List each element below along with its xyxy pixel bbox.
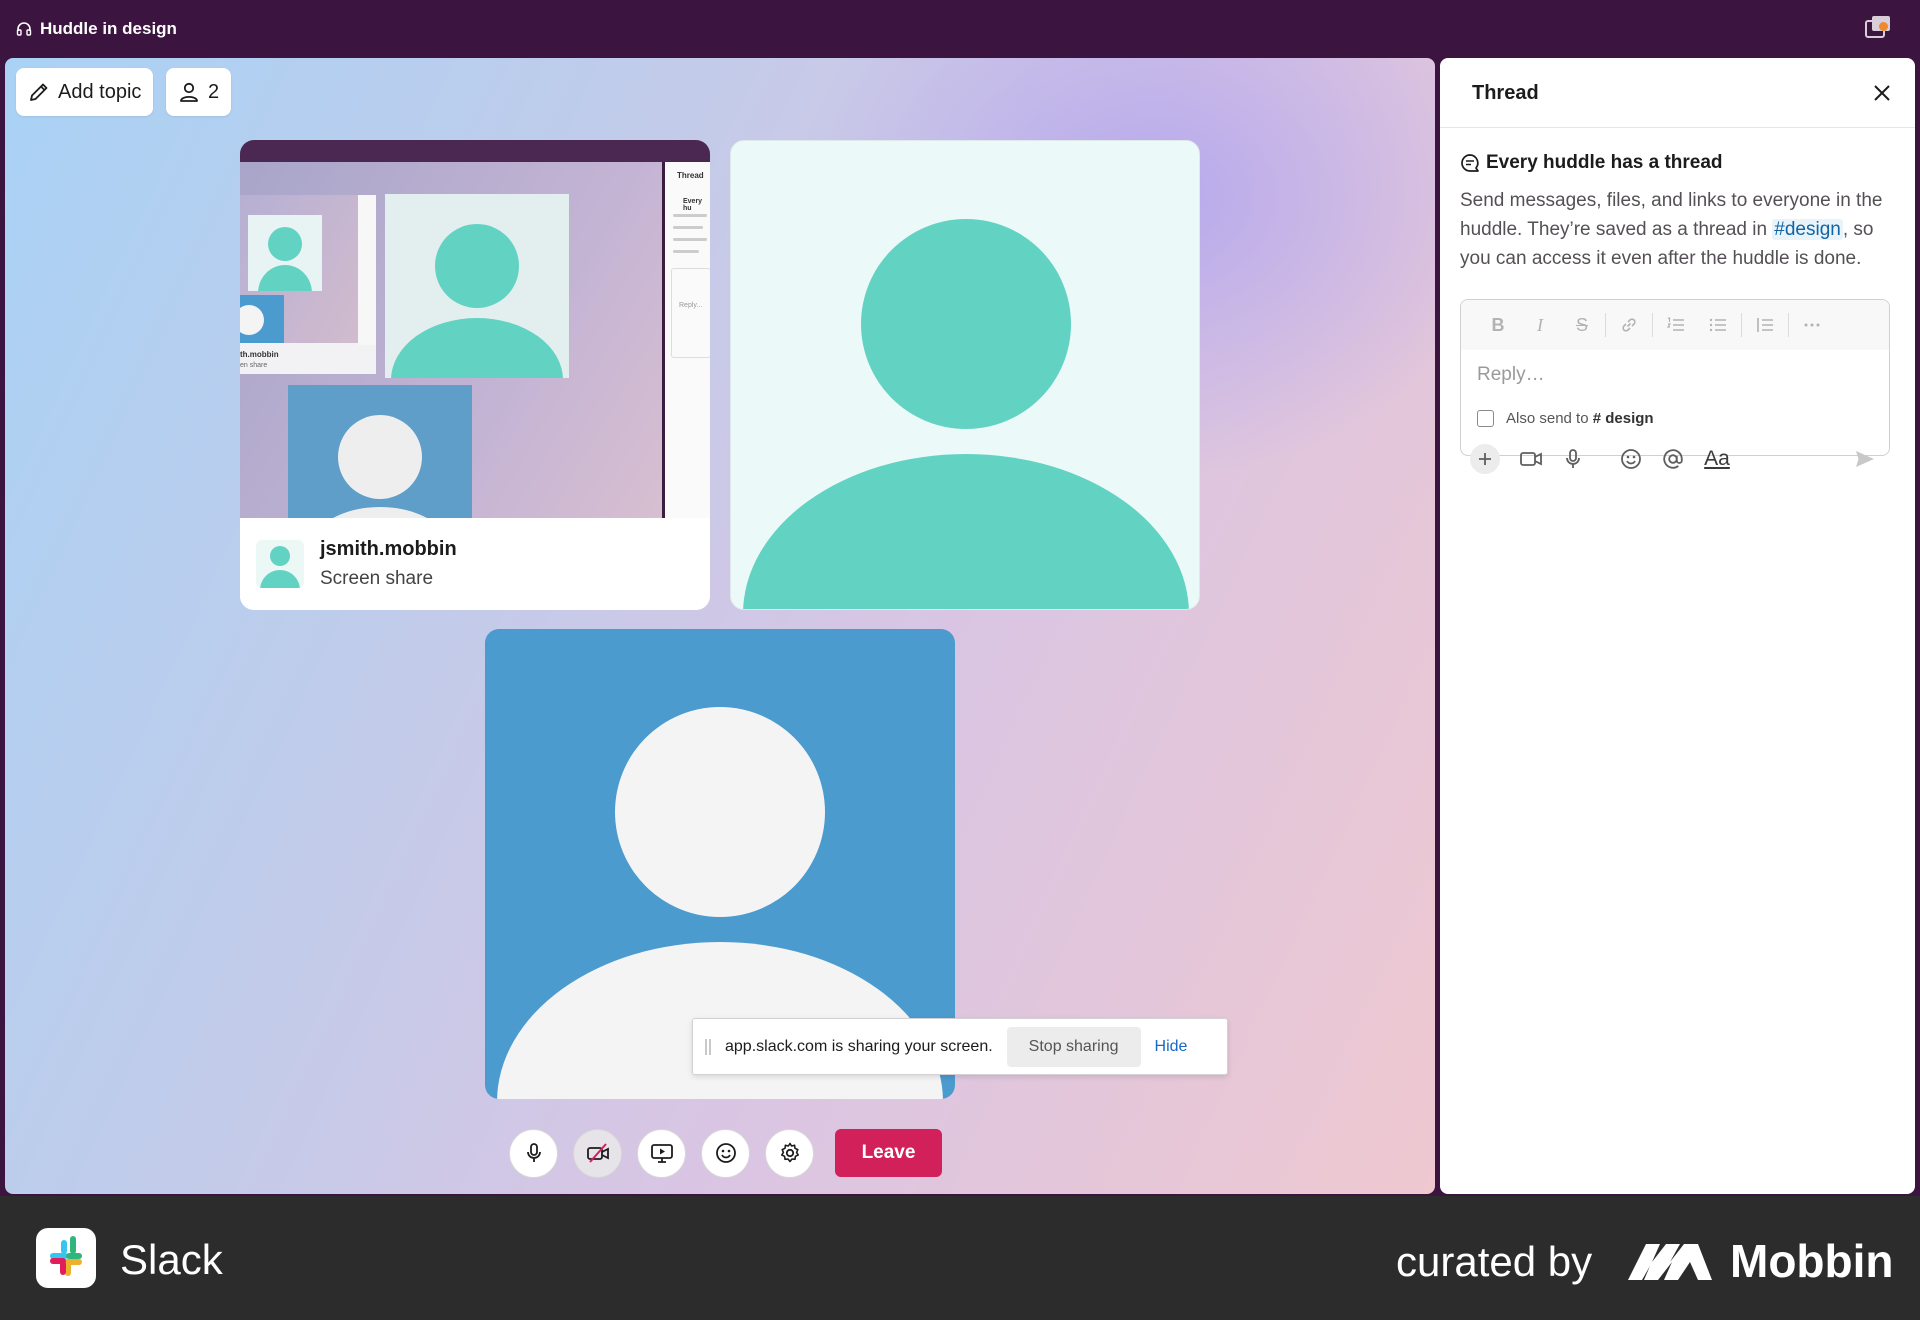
reactions-button[interactable]: [701, 1128, 750, 1178]
send-button[interactable]: [1850, 444, 1880, 474]
leave-huddle-button[interactable]: Leave: [835, 1129, 942, 1177]
mini-thread-panel: Thread Every hu Reply...: [662, 162, 710, 518]
sharing-message: app.slack.com is sharing your screen.: [725, 1037, 993, 1055]
mini-frame: th.mobbin en share: [240, 195, 376, 374]
thread-intro-body: Send messages, files, and links to every…: [1460, 190, 1883, 269]
video-icon: [1520, 452, 1542, 466]
branding-footer: Slack curated by Mobbin: [0, 1196, 1920, 1320]
numbered-list-icon[interactable]: [1655, 310, 1697, 340]
more-icon[interactable]: [1791, 310, 1833, 340]
participant-count: 2: [208, 80, 220, 103]
send-icon: [1856, 451, 1874, 467]
emoji-icon: [715, 1143, 736, 1163]
sharer-name: jsmith.mobbin: [320, 538, 457, 560]
settings-icon: [780, 1142, 799, 1163]
screen-share-info: jsmith.mobbin Screen share: [240, 518, 710, 610]
intro-title-text: Every huddle has a thread: [1486, 152, 1723, 173]
avatar-head: [861, 219, 1071, 429]
thread-intro-title: Every huddle has a thread: [1460, 152, 1723, 174]
mini-blue-tile: [288, 385, 472, 518]
plus-icon: [1479, 453, 1491, 465]
curated-by-label: curated by: [1396, 1238, 1593, 1285]
emoji-button[interactable]: [1616, 444, 1646, 474]
mobbin-brand: Mobbin: [1730, 1235, 1894, 1287]
hide-notice-link[interactable]: Hide: [1155, 1038, 1188, 1056]
emoji-icon: [1621, 449, 1641, 469]
add-topic-label: Add topic: [58, 80, 142, 103]
mini-teal-tile: [385, 194, 569, 378]
also-send-checkbox[interactable]: [1477, 410, 1494, 427]
mini-thread-title: Every hu: [683, 198, 703, 212]
microphone-icon: [1566, 449, 1580, 468]
screen-sharing-notice: app.slack.com is sharing your screen. St…: [692, 1018, 1228, 1075]
italic-icon[interactable]: I: [1519, 310, 1561, 340]
headphones-icon: [16, 22, 32, 36]
strikethrough-icon[interactable]: S: [1561, 310, 1603, 340]
bold-icon[interactable]: B: [1477, 310, 1519, 340]
camera-button[interactable]: [573, 1128, 622, 1178]
app-name: Slack: [120, 1236, 223, 1283]
video-off-icon: [586, 1143, 609, 1163]
participants-button[interactable]: 2: [166, 68, 232, 116]
drag-handle[interactable]: [705, 1038, 711, 1055]
thread-title: Thread: [1472, 82, 1539, 104]
microphone-button[interactable]: [509, 1128, 558, 1178]
avatar-body: [743, 454, 1189, 609]
avatar-head: [615, 707, 825, 917]
channel-link[interactable]: #design: [1772, 219, 1843, 240]
participant-tile-teal[interactable]: [730, 140, 1200, 610]
blockquote-icon[interactable]: [1744, 310, 1786, 340]
popout-window-button[interactable]: [1864, 14, 1896, 44]
screen-share-tile[interactable]: th.mobbin en share Thread Every hu Reply…: [240, 140, 710, 610]
reply-input[interactable]: [1477, 364, 1857, 386]
close-thread-button[interactable]: [1871, 82, 1893, 104]
avatar: [256, 540, 304, 588]
huddle-stage: Add topic 2 th.mobbin en share Thread Ev…: [5, 58, 1435, 1194]
slack-logo: [36, 1228, 96, 1288]
share-screen-button[interactable]: [637, 1128, 686, 1178]
text-format-button[interactable]: Aa: [1700, 444, 1734, 474]
pencil-icon: [30, 83, 48, 101]
stop-sharing-button[interactable]: Stop sharing: [1006, 1026, 1141, 1067]
microphone-icon: [526, 1143, 541, 1162]
audio-clip-button[interactable]: [1558, 444, 1588, 474]
video-clip-button[interactable]: [1516, 444, 1546, 474]
attach-button[interactable]: [1470, 444, 1500, 474]
bulleted-list-icon[interactable]: [1697, 310, 1739, 340]
close-icon: [1874, 85, 1890, 101]
thread-bubble-icon: [1461, 154, 1479, 172]
mention-button[interactable]: [1658, 444, 1688, 474]
link-icon[interactable]: [1608, 310, 1650, 340]
settings-button[interactable]: [765, 1128, 814, 1178]
mini-sub: en share: [240, 362, 268, 369]
formatting-toolbar: B I S: [1461, 300, 1889, 350]
screen-share-preview: th.mobbin en share Thread Every hu Reply…: [240, 140, 710, 518]
mobbin-logo: [1628, 1244, 1712, 1280]
huddle-title: Huddle in design: [40, 19, 177, 38]
sharer-subtitle: Screen share: [320, 568, 434, 589]
screen-share-icon: [650, 1144, 673, 1163]
add-topic-button[interactable]: Add topic: [16, 68, 154, 116]
also-send-label: Also send to # design: [1506, 410, 1654, 427]
person-icon: [180, 82, 198, 102]
reply-composer: B I S Also send: [1460, 299, 1890, 456]
text-format-icon: Aa: [1704, 447, 1730, 470]
mini-name: th.mobbin: [240, 350, 279, 359]
also-send-option: Also send to # design: [1477, 410, 1654, 427]
notification-dot: [1879, 22, 1888, 31]
thread-header: Thread: [1440, 58, 1915, 128]
title-bar: Huddle in design: [0, 0, 1920, 58]
at-sign-icon: [1663, 449, 1683, 469]
thread-panel: Thread Every huddle has a thread Send me…: [1440, 58, 1915, 1194]
call-controls: Leave: [509, 1128, 942, 1178]
mini-reply: Reply...: [679, 302, 703, 309]
